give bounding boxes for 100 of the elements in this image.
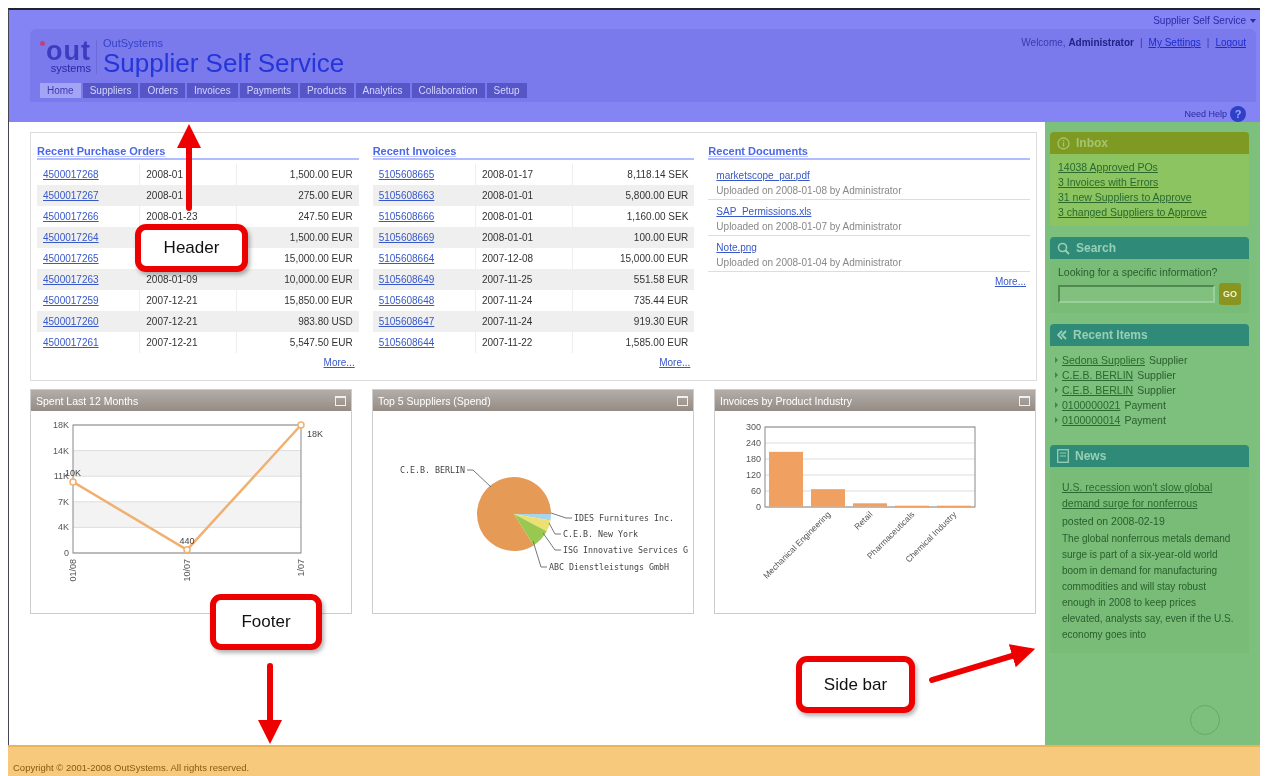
double-chevron-icon bbox=[1057, 330, 1067, 340]
bullet-icon bbox=[1055, 387, 1058, 393]
axis-label: 0 bbox=[756, 502, 761, 512]
axis-label: 4K bbox=[58, 522, 69, 533]
logo-mark: out bbox=[46, 40, 91, 63]
slice-label: C.E.B. BERLIN bbox=[400, 465, 465, 475]
axis-label: 300 bbox=[745, 422, 761, 432]
table-cell: 15,000.00 EUR bbox=[572, 248, 695, 269]
app-title: Supplier Self Service bbox=[103, 49, 345, 78]
number-link[interactable]: 5105608669 bbox=[378, 232, 435, 243]
number-link[interactable]: 4500017263 bbox=[43, 274, 99, 285]
more-link[interactable]: More... bbox=[994, 276, 1026, 287]
maximize-icon[interactable] bbox=[335, 395, 346, 406]
axis-label: 60 bbox=[751, 486, 761, 496]
search-field[interactable] bbox=[1058, 285, 1215, 303]
callout-label: Footer bbox=[210, 594, 322, 650]
slice-label: IDES Furnitures Inc. bbox=[574, 513, 674, 523]
nav-tab[interactable]: Orders bbox=[140, 83, 185, 99]
number-link[interactable]: 5105608647 bbox=[378, 316, 435, 327]
news-headline[interactable]: U.S. recession won't slow global demand surge for nonferrous bbox=[1062, 479, 1237, 511]
news-icon bbox=[1057, 449, 1069, 463]
item-type: Supplier bbox=[1137, 369, 1176, 381]
callout-label: Header bbox=[135, 224, 248, 272]
recent-link[interactable]: C.E.B. BERLIN bbox=[1062, 384, 1134, 396]
inbox-link[interactable]: 3 changed Suppliers to Approve bbox=[1058, 206, 1207, 218]
help-icon[interactable]: ? bbox=[1230, 106, 1246, 122]
number-link[interactable]: 4500017265 bbox=[43, 253, 99, 264]
separator: | bbox=[1206, 37, 1210, 49]
inbox-link[interactable]: 14038 Approved POs bbox=[1058, 161, 1158, 173]
slice-label: C.E.B. New York bbox=[563, 529, 638, 539]
header-link[interactable]: My Settings bbox=[1148, 37, 1201, 49]
table-cell: 2008-01-01 bbox=[475, 185, 573, 206]
maximize-icon[interactable] bbox=[677, 395, 688, 406]
table-cell: 2008-01 bbox=[139, 185, 237, 206]
axis-label: 7K bbox=[58, 496, 69, 507]
section-title: Recent Invoices bbox=[372, 145, 695, 160]
value-label: 440 bbox=[179, 535, 195, 546]
nav-tab[interactable]: Collaboration bbox=[411, 83, 485, 99]
axis-label: 120 bbox=[745, 470, 761, 480]
number-link[interactable]: 5105608649 bbox=[378, 274, 435, 285]
number-link[interactable]: 5105608664 bbox=[378, 253, 435, 264]
app-switcher[interactable]: Supplier Self Service bbox=[1153, 14, 1256, 28]
document-link[interactable]: SAP_Permissions.xls bbox=[716, 206, 812, 217]
inbox-link[interactable]: 3 Invoices with Errors bbox=[1058, 176, 1159, 188]
caret-icon bbox=[1250, 18, 1256, 23]
number-link[interactable]: 5105608663 bbox=[378, 190, 435, 201]
nav-tab[interactable]: Setup bbox=[486, 83, 527, 99]
recent-link[interactable]: 0100000021 bbox=[1062, 399, 1121, 411]
number-link[interactable]: 4500017261 bbox=[43, 337, 99, 348]
number-link[interactable]: 4500017260 bbox=[43, 316, 99, 327]
number-link[interactable]: 5105608648 bbox=[378, 295, 435, 306]
help-link[interactable]: Need Help bbox=[1184, 109, 1227, 119]
table-cell: 2007-12-21 bbox=[139, 332, 237, 353]
more-link[interactable]: More... bbox=[659, 357, 691, 368]
slice-label: ABC Dienstleistungs GmbH bbox=[549, 562, 669, 572]
bar bbox=[895, 505, 929, 508]
slice-label: ISG Innovative Services G bbox=[563, 545, 688, 555]
separator: | bbox=[1139, 37, 1143, 49]
table-cell: 919.30 EUR bbox=[572, 311, 695, 332]
number-link[interactable]: 4500017264 bbox=[43, 232, 99, 243]
nav-tab[interactable]: Payments bbox=[239, 83, 299, 99]
item-type: Supplier bbox=[1148, 354, 1188, 366]
nav-tab[interactable]: Invoices bbox=[186, 83, 238, 99]
maximize-icon[interactable] bbox=[1019, 395, 1030, 406]
recent-link[interactable]: C.E.B. BERLIN bbox=[1062, 369, 1134, 381]
go-button[interactable]: GO bbox=[1219, 283, 1241, 305]
document-link[interactable]: Note.png bbox=[716, 242, 757, 253]
number-link[interactable]: 4500017267 bbox=[43, 190, 99, 201]
document-link[interactable]: marketscope_par.pdf bbox=[716, 170, 810, 181]
panel-title: Inbox bbox=[1076, 136, 1108, 150]
data-point bbox=[69, 478, 77, 486]
nav-tab[interactable]: Products bbox=[300, 83, 354, 99]
value-label: 18K bbox=[307, 429, 323, 439]
number-link[interactable]: 4500017259 bbox=[43, 295, 99, 306]
table-cell: 5,547.50 EUR bbox=[236, 332, 359, 353]
number-link[interactable]: 5105608644 bbox=[378, 337, 435, 348]
bullet-icon bbox=[1055, 357, 1058, 363]
number-link[interactable]: 4500017266 bbox=[43, 211, 99, 222]
bar bbox=[853, 503, 887, 507]
section-title: Recent Purchase Orders bbox=[37, 145, 359, 160]
panel-title: Recent Items bbox=[1073, 328, 1148, 342]
brand-name: OutSystems bbox=[103, 37, 164, 50]
number-link[interactable]: 5105608665 bbox=[378, 169, 435, 180]
number-link[interactable]: 4500017268 bbox=[43, 169, 99, 180]
header-link[interactable]: Logout bbox=[1215, 37, 1246, 49]
more-link[interactable]: More... bbox=[323, 357, 355, 368]
leader-line bbox=[550, 512, 573, 519]
panel-title: Search bbox=[1076, 241, 1117, 255]
axis-label: 1/07 bbox=[296, 559, 306, 577]
inbox-link[interactable]: 31 new Suppliers to Approve bbox=[1058, 191, 1192, 203]
nav-tab[interactable]: Home bbox=[40, 83, 81, 99]
recent-link[interactable]: 0100000014 bbox=[1062, 414, 1121, 426]
table-cell: 247.50 EUR bbox=[236, 206, 359, 227]
callout-label: Side bar bbox=[796, 656, 915, 713]
table-cell: 1,500.00 EUR bbox=[236, 164, 359, 185]
nav-tab[interactable]: Suppliers bbox=[82, 83, 139, 99]
number-link[interactable]: 5105608666 bbox=[378, 211, 435, 222]
recent-link[interactable]: Sedona Suppliers bbox=[1062, 354, 1145, 366]
table-cell: 983.80 USD bbox=[236, 311, 359, 332]
nav-tab[interactable]: Analytics bbox=[355, 83, 410, 99]
